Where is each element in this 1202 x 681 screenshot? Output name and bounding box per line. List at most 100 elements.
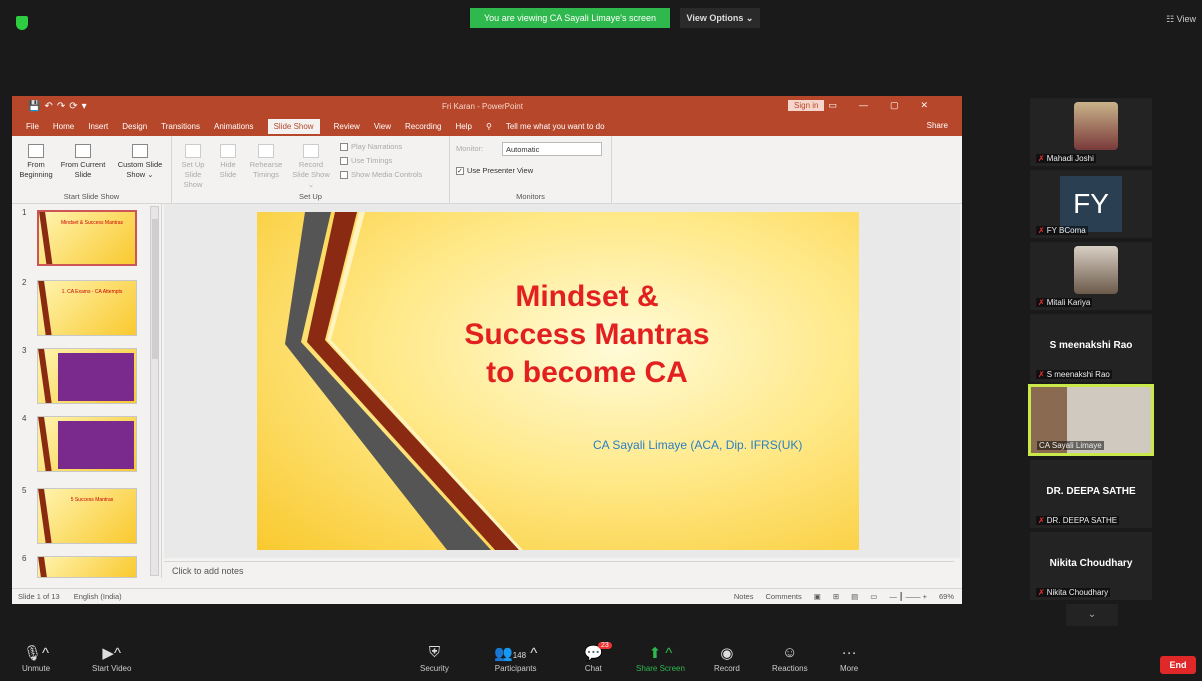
tell-me-icon: ⚲ [485,121,492,131]
participant-display-name: Nikita Choudhary [1049,558,1133,569]
participant-name: ✗ DR. DEEPA SATHE [1036,516,1120,525]
hide-slide-button[interactable]: Hide Slide [214,144,242,180]
record-icon: ◉ [720,645,734,662]
thumb-number: 1 [22,208,27,217]
tab-insert[interactable]: Insert [88,122,108,131]
tab-animations[interactable]: Animations [214,122,254,131]
slide-thumbnail[interactable]: Mindset & Success Mantras [37,210,137,266]
participant-tile[interactable]: DR. DEEPA SATHE ✗ DR. DEEPA SATHE [1030,460,1152,528]
monitor-label: Monitor: [456,144,484,153]
notes-button[interactable]: Notes [734,592,754,601]
current-slide[interactable]: Mindset & Success Mantras to become CA C… [257,212,859,550]
shield-icon: ⛨ [428,644,441,661]
participant-name: ✗ Mitali Kariya [1036,298,1093,307]
powerpoint-window: 💾↶↷⟳▾ Fri Karan - PowerPoint Sign in ▭—▢… [12,96,962,604]
slide-thumbnail[interactable]: 1. CA Exams - CA Attempts [37,280,137,336]
thumb-number: 6 [22,554,27,563]
play-narrations-checkbox[interactable]: Play Narrations [340,142,402,151]
status-bar: Slide 1 of 13 English (India) Notes Comm… [12,588,962,604]
view-options-button[interactable]: View Options ⌄ [680,8,760,28]
comments-button[interactable]: Comments [765,592,801,601]
tab-slide-show[interactable]: Slide Show [267,118,320,134]
tab-design[interactable]: Design [122,122,147,131]
chevron-down-icon[interactable]: ⌄ [1066,604,1118,626]
tab-transitions[interactable]: Transitions [161,122,200,131]
participant-name: CA Sayali Limaye [1037,441,1104,450]
participant-tile[interactable]: FY ✗ FY BComa [1030,170,1152,238]
tab-home[interactable]: Home [53,122,74,131]
monitor-select[interactable]: Automatic [502,142,602,156]
tab-help[interactable]: Help [456,122,472,131]
reading-view-icon[interactable]: ▤ [851,592,858,601]
participant-tile-active-speaker[interactable]: CA Sayali Limaye [1028,384,1154,456]
share-screen-icon: ⬆︎ ^ [648,645,673,662]
presenter-view-checkbox[interactable]: ✓ Use Presenter View [456,166,533,175]
slide-counter: Slide 1 of 13 [18,592,60,601]
video-off-icon: ▶︎^ [102,645,121,662]
end-meeting-button[interactable]: End [1160,656,1196,674]
tell-me-search[interactable]: Tell me what you want to do [506,122,605,131]
participant-display-name: DR. DEEPA SATHE [1046,486,1136,497]
muted-mic-icon: ✗ [1038,588,1045,597]
participants-icon: 👥148 ^ [494,645,538,662]
meeting-toolbar: 🎙︎^ Unmute ▶︎^ Start Video ⛨ Security 👥148 … [0,640,1202,681]
share-screen-button[interactable]: ⬆︎ ^ Share Screen [636,644,685,673]
participant-tile[interactable]: ✗ Mahadi Joshi [1030,98,1152,166]
participant-video [1074,102,1118,150]
thumb-number: 3 [22,346,27,355]
custom-slide-show-button[interactable]: Custom Slide Show ⌄ [112,144,168,180]
sign-in-button[interactable]: Sign in [788,100,825,111]
from-current-slide-button[interactable]: From Current Slide [60,144,106,180]
tab-review[interactable]: Review [334,122,360,131]
rehearse-timings-button[interactable]: Rehearse Timings [246,144,286,180]
share-label: Share [926,121,948,130]
participant-tile[interactable]: S meenakshi Rao ✗ S meenakshi Rao [1030,314,1152,382]
share-button[interactable]: Share [927,121,948,130]
view-button[interactable]: ☷ View [1166,14,1196,25]
tab-recording[interactable]: Recording [405,122,441,131]
thumb-number: 2 [22,278,27,287]
normal-view-icon[interactable]: ▣ [814,592,821,601]
slide-thumbnail[interactable] [37,556,137,578]
show-media-controls-checkbox[interactable]: Show Media Controls [340,170,422,179]
chat-button[interactable]: 💬 23 Chat [584,642,612,673]
reactions-button[interactable]: ☺ Reactions [772,644,808,673]
window-controls[interactable]: ▭—▢✕ [828,100,950,111]
chat-badge: 23 [598,642,612,649]
set-up-slide-show-button[interactable]: Set Up Slide Show [176,144,210,190]
record-slide-show-button[interactable]: Record Slide Show ⌄ [290,144,332,190]
participant-tile[interactable]: ✗ Mitali Kariya [1030,242,1152,310]
zoom-slider[interactable]: — ┃ —— + [889,592,927,601]
participants-button[interactable]: 👥148 ^ Participants [494,644,537,673]
more-button[interactable]: ··· More [840,644,858,673]
security-shield-icon [16,16,28,30]
tab-view[interactable]: View [374,122,391,131]
quick-access-toolbar[interactable]: 💾↶↷⟳▾ [28,101,91,112]
participant-video [1074,246,1118,294]
participant-name: ✗ FY BComa [1036,226,1088,235]
language-indicator[interactable]: English (India) [74,592,122,601]
unmute-button[interactable]: 🎙︎^ Unmute [22,644,50,673]
participant-tile[interactable]: Nikita Choudhary ✗ Nikita Choudhary [1030,532,1152,600]
slide-thumbnail[interactable] [37,348,137,404]
notes-field[interactable]: Click to add notes [164,561,954,581]
thumbnails-scrollbar[interactable] [150,206,159,576]
slide-thumbnail[interactable]: 5 Success Mantras [37,488,137,544]
slide-title: Mindset & Success Mantras to become CA [464,280,710,389]
viewing-banner: You are viewing CA Sayali Limaye's scree… [470,8,670,28]
slide-sorter-icon[interactable]: ⊞ [833,592,839,601]
slide-scrollbar[interactable] [950,204,960,558]
zoom-level[interactable]: 69% [939,592,954,601]
start-video-button[interactable]: ▶︎^ Start Video [92,644,131,673]
use-timings-checkbox[interactable]: Use Timings [340,156,392,165]
tab-file[interactable]: File [26,122,39,131]
slide-thumbnail[interactable] [37,416,137,472]
from-beginning-button[interactable]: From Beginning [16,144,56,180]
record-button[interactable]: ◉ Record [714,644,740,673]
group-label: Start Slide Show [63,192,120,201]
window-title: Fri Karan - PowerPoint [442,102,523,111]
muted-mic-icon: ✗ [1038,370,1045,379]
security-button[interactable]: ⛨ Security [420,644,449,673]
muted-mic-icon: ✗ [1038,516,1045,525]
slideshow-view-icon[interactable]: ▭ [870,592,877,601]
